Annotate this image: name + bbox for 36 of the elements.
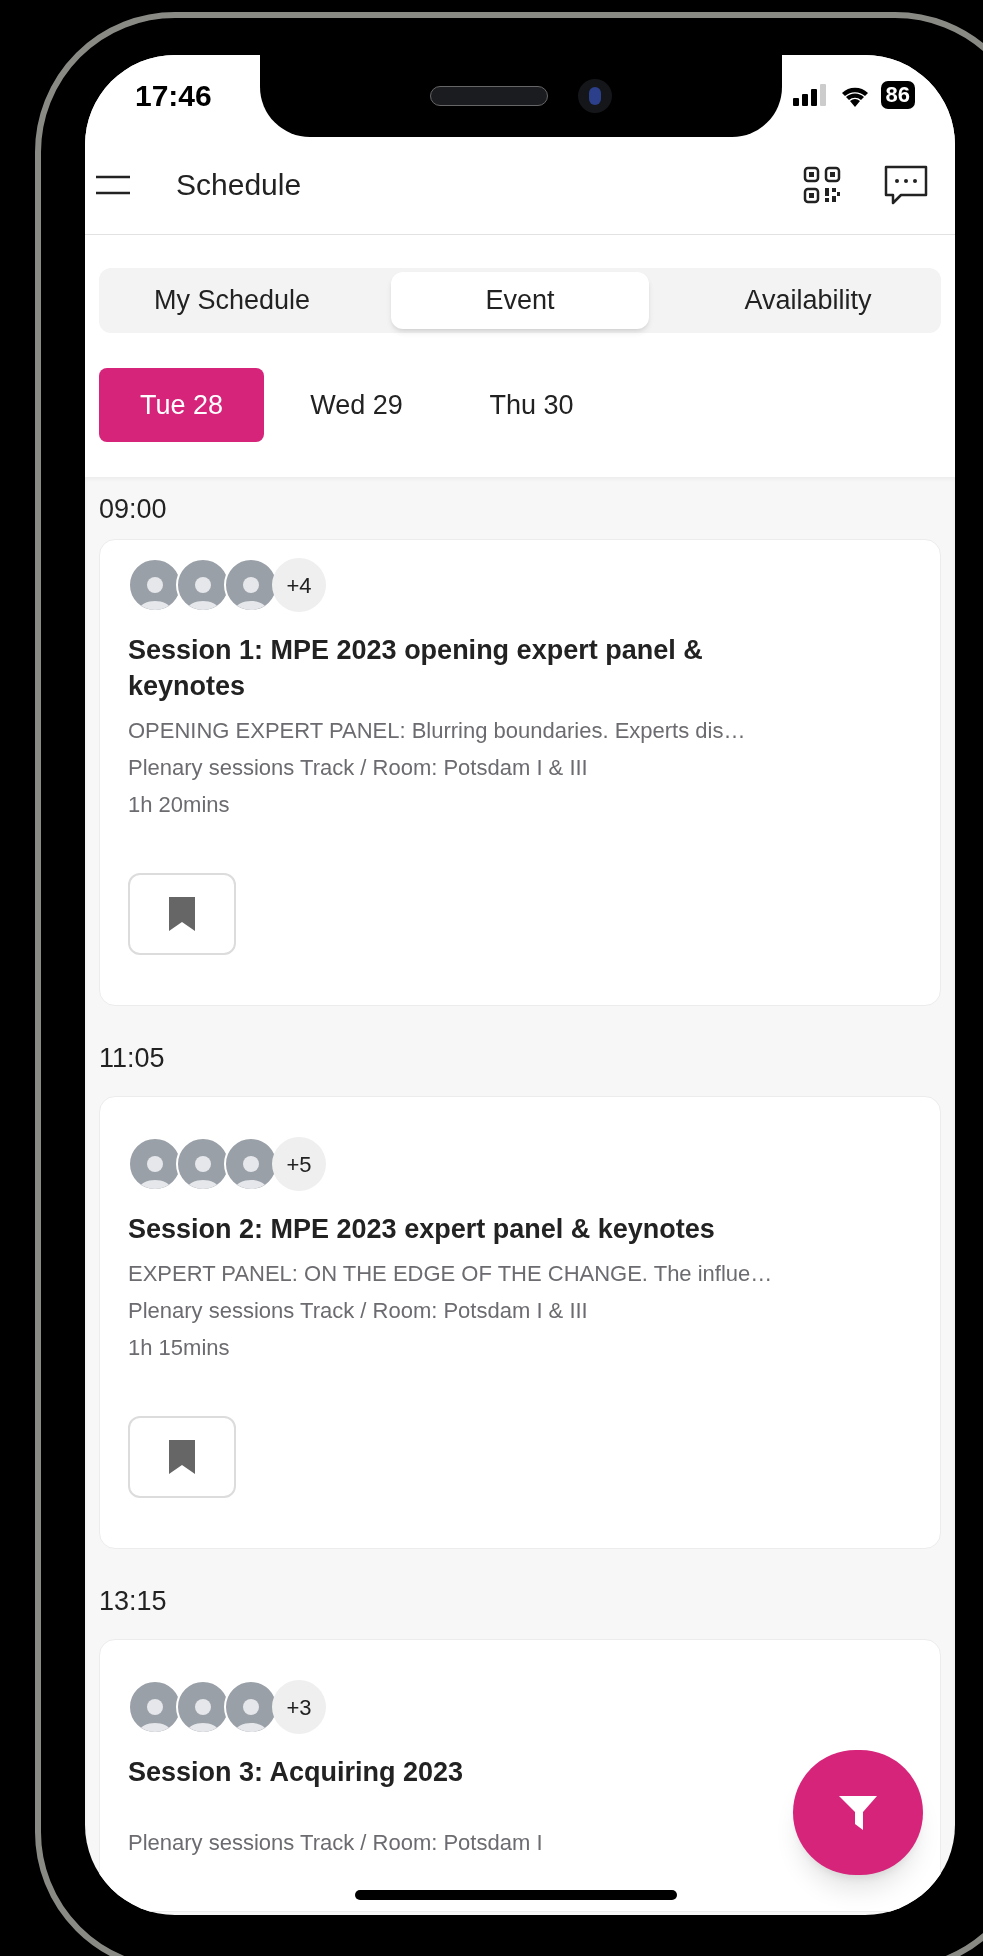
more-speakers-count: +4 [272, 558, 326, 612]
signal-icon [792, 84, 829, 106]
session-description: EXPERT PANEL: ON THE EDGE OF THE CHANGE. The influe… [128, 1260, 774, 1288]
chat-icon[interactable] [883, 163, 929, 206]
session-card[interactable]: +4 Session 1: MPE 2023 opening expert panel & keynotes OPENING EXPERT PANEL: Blurring boundaries. Experts dis… Plenary sessions Track / Room: Potsdam I & III 1h 20mins [99, 539, 941, 1006]
day-tab[interactable]: Tue 28 [99, 368, 264, 442]
session-track: Plenary sessions Track / Room: Potsdam I & III [128, 1297, 588, 1325]
session-title: Session 3: Acquiring 2023 [128, 1756, 465, 1789]
session-card[interactable]: +5 Session 2: MPE 2023 expert panel & keynotes EXPERT PANEL: ON THE EDGE OF THE CHANGE. The influe… Plenary sessions Track / Room: Potsdam I & III 1h 15mins [99, 1096, 941, 1549]
menu-icon[interactable] [95, 173, 131, 196]
day-tab[interactable]: Wed 29 [274, 368, 439, 442]
qr-code-icon[interactable] [803, 165, 841, 204]
session-description: OPENING EXPERT PANEL: Blurring boundaries. Experts dis… [128, 717, 747, 745]
bookmark-icon [167, 895, 197, 933]
session-duration: 1h 20mins [128, 791, 231, 819]
bookmark-button[interactable] [128, 1416, 236, 1498]
segment-tab[interactable]: Availability [679, 272, 937, 329]
session-card[interactable]: +3 Session 3: Acquiring 2023 Plenary sessions Track / Room: Potsdam I [99, 1639, 941, 1912]
day-tab[interactable]: Thu 30 [449, 368, 614, 442]
time-label: 11:05 [98, 1042, 166, 1075]
bookmark-icon [167, 1438, 197, 1476]
more-speakers-count: +3 [272, 1680, 326, 1734]
session-duration: 1h 15mins [128, 1334, 231, 1362]
battery-level: 86 [880, 81, 915, 109]
more-speakers-count: +5 [272, 1137, 326, 1191]
time-label: 13:15 [98, 1585, 168, 1618]
segment-tab[interactable]: My Schedule [103, 272, 361, 329]
page-title: Schedule [176, 167, 302, 203]
session-track: Plenary sessions Track / Room: Potsdam I & III [128, 754, 588, 782]
session-title: Session 2: MPE 2023 expert panel & keynotes [128, 1213, 716, 1246]
segment-tab[interactable]: Event [391, 272, 649, 329]
bookmark-button[interactable] [128, 873, 236, 955]
time-label: 09:00 [98, 493, 168, 526]
session-track: Plenary sessions Track / Room: Potsdam I [128, 1829, 543, 1857]
status-time: 17:46 [135, 77, 212, 114]
session-title: Session 1: MPE 2023 opening expert panel & keynotes [128, 634, 704, 703]
